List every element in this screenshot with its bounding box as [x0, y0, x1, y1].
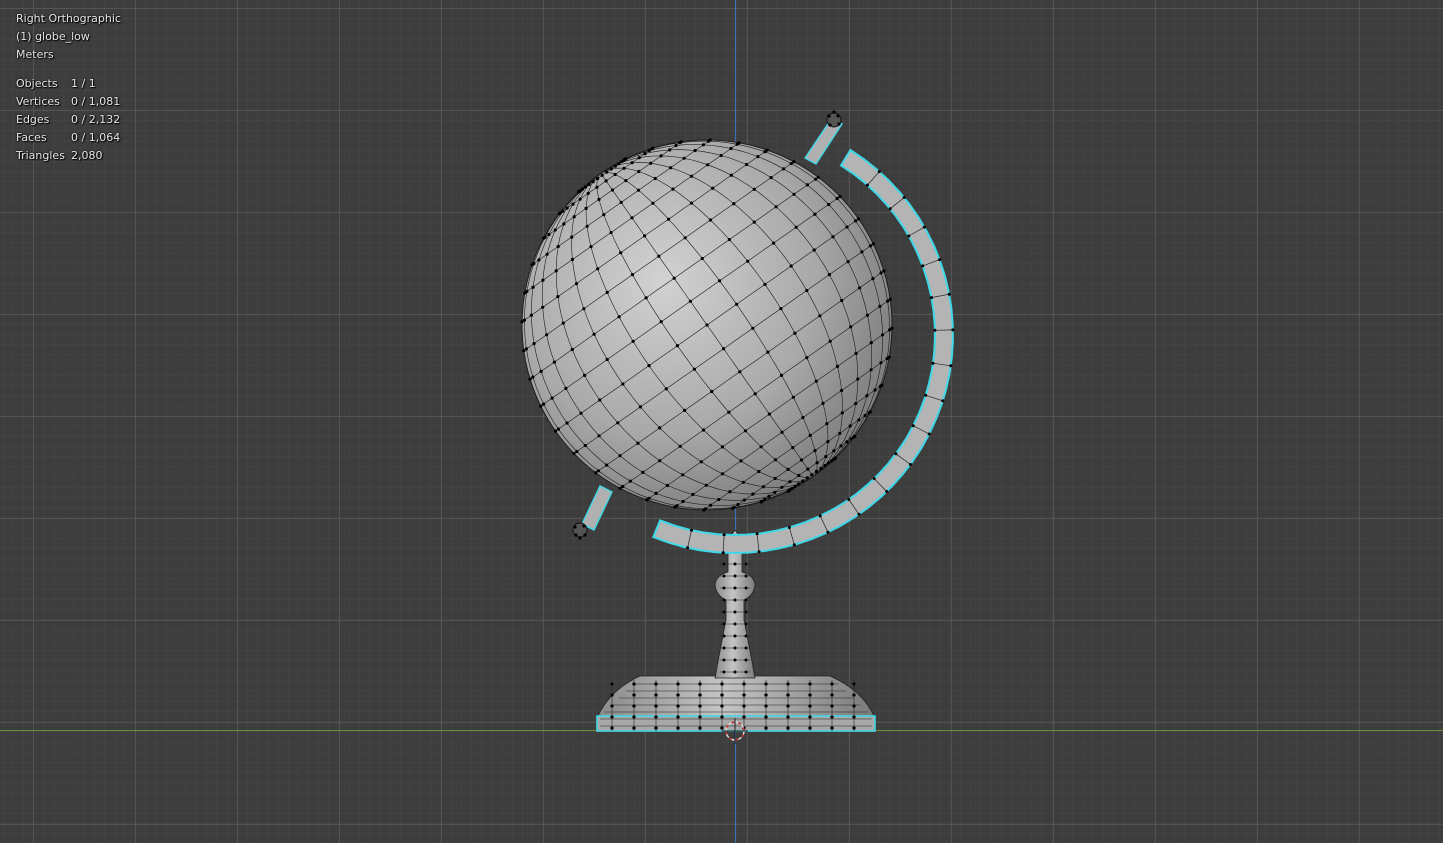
stat-value: 0 / 2,132 — [71, 113, 121, 126]
viewport-info-overlay: Right Orthographic (1) globe_low Meters … — [16, 10, 121, 165]
globe-sphere — [520, 138, 894, 512]
stat-value: 0 / 1,064 — [71, 131, 121, 144]
stat-edges: Edges 0 / 2,132 — [16, 111, 121, 129]
active-object-name: (1) globe_low — [16, 30, 90, 43]
scene-units: Meters — [16, 48, 54, 61]
stat-faces: Faces 0 / 1,064 — [16, 129, 121, 147]
stat-label: Triangles — [16, 149, 65, 162]
axle-pin-top — [803, 110, 843, 165]
stat-label: Edges — [16, 113, 50, 126]
stat-triangles: Triangles 2,080 — [16, 147, 121, 165]
stat-label: Faces — [16, 131, 47, 144]
axle-pin-bottom — [572, 485, 613, 540]
statistics-panel: Objects 1 / 1 Vertices 0 / 1,081 Edges 0… — [16, 75, 121, 165]
3d-viewport[interactable]: Right Orthographic (1) globe_low Meters … — [0, 0, 1443, 843]
stat-label: Objects — [16, 77, 58, 90]
globe-mesh[interactable] — [0, 0, 1443, 843]
stat-value: 0 / 1,081 — [71, 95, 121, 108]
stat-value: 2,080 — [71, 149, 103, 162]
stat-value: 1 / 1 — [71, 77, 96, 90]
stat-label: Vertices — [16, 95, 60, 108]
stat-vertices: Vertices 0 / 1,081 — [16, 93, 121, 111]
stat-objects: Objects 1 / 1 — [16, 75, 121, 93]
view-name: Right Orthographic — [16, 12, 121, 25]
